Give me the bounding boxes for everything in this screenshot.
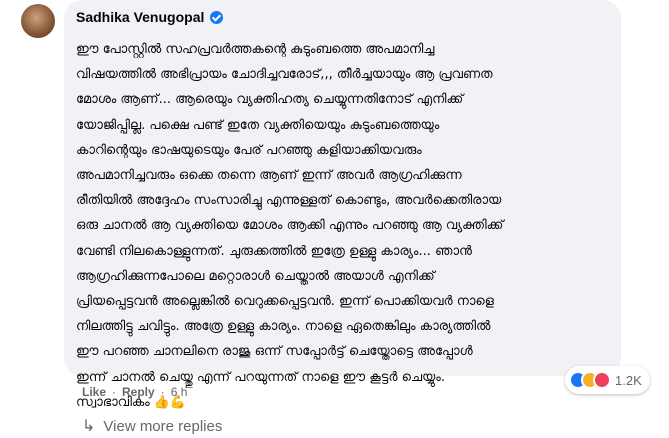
author-avatar[interactable] [21, 4, 55, 38]
comment-body: ഈ പോസ്റ്റിൽ സഹപ്രവർത്തകന്റെ കുടുംബത്തെ അ… [76, 42, 504, 410]
view-more-label[interactable]: View more replies [103, 418, 222, 435]
verified-badge-icon [210, 10, 224, 24]
comment-text: ഈ പോസ്റ്റിൽ സഹപ്രവർത്തകന്റെ കുടുംബത്തെ അ… [76, 37, 609, 415]
reaction-icons [569, 371, 611, 389]
view-more-replies[interactable]: ↳ View more replies [82, 416, 222, 436]
action-separator: · [112, 385, 117, 399]
love-icon [593, 371, 611, 389]
action-separator: · [160, 385, 165, 399]
reaction-count: 1.2K [615, 372, 642, 388]
like-button[interactable]: Like [82, 385, 106, 399]
comment-bubble: Sadhika Venugopal ഈ പോസ്റ്റിൽ സഹപ്രവർത്ത… [64, 0, 621, 410]
comment-actions: Like · Reply · 6 h [82, 385, 187, 399]
reaction-summary[interactable]: 1.2K [565, 366, 650, 394]
reply-arrow-icon: ↳ [82, 418, 96, 435]
author-name[interactable]: Sadhika Venugopal [76, 9, 204, 25]
comment-time[interactable]: 6 h [171, 385, 188, 399]
comment-header: Sadhika Venugopal [76, 7, 609, 27]
reply-button[interactable]: Reply [122, 385, 155, 399]
